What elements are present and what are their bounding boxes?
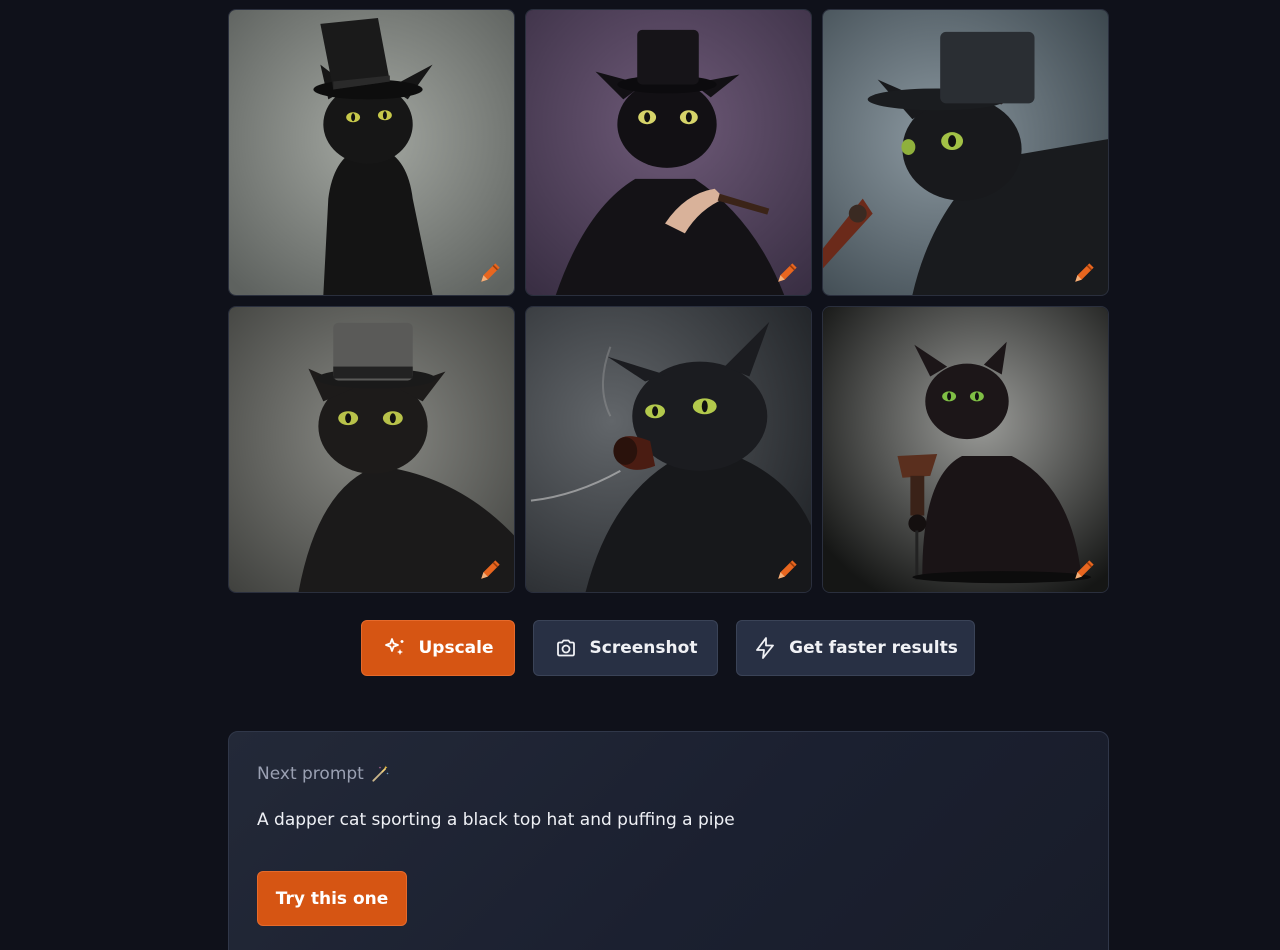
edit-image-button[interactable] (476, 257, 506, 287)
pencil-icon (481, 263, 500, 282)
cat-illustration (823, 10, 1108, 295)
get-faster-results-label: Get faster results (789, 638, 958, 658)
edit-image-button[interactable] (1070, 257, 1100, 287)
cat-image-1[interactable] (228, 9, 515, 296)
generator-results-page: Upscale Screenshot Get faster results Ne… (0, 0, 1280, 950)
cat-image-6[interactable] (822, 306, 1109, 593)
cat-illustration (823, 307, 1108, 592)
cat-image-4[interactable] (228, 306, 515, 593)
next-prompt-card: Next prompt A dapper cat sporting a blac… (228, 731, 1109, 950)
pencil-icon (778, 560, 797, 579)
next-prompt-label: Next prompt (257, 764, 364, 784)
pencil-icon (1075, 560, 1094, 579)
magic-wand-icon (372, 765, 389, 782)
cat-illustration (229, 307, 514, 592)
edit-image-button[interactable] (773, 554, 803, 584)
image-grid (228, 9, 1109, 593)
upscale-button[interactable]: Upscale (361, 620, 515, 676)
screenshot-button[interactable]: Screenshot (533, 620, 718, 676)
sparkles-icon (384, 638, 403, 655)
cat-illustration (526, 307, 811, 592)
get-faster-results-button[interactable]: Get faster results (736, 620, 975, 676)
next-prompt-heading: Next prompt (257, 764, 390, 784)
cat-illustration (229, 10, 514, 295)
edit-image-button[interactable] (1070, 554, 1100, 584)
lightning-icon (756, 637, 775, 659)
pencil-icon (1075, 263, 1094, 282)
cat-image-5[interactable] (525, 306, 812, 593)
pencil-icon (778, 263, 797, 282)
cat-image-3[interactable] (822, 9, 1109, 296)
try-this-one-button[interactable]: Try this one (257, 871, 407, 926)
cat-illustration (526, 10, 811, 295)
edit-image-button[interactable] (773, 257, 803, 287)
screenshot-label: Screenshot (589, 638, 698, 658)
edit-image-button[interactable] (476, 554, 506, 584)
next-prompt-text: A dapper cat sporting a black top hat an… (257, 810, 735, 830)
upscale-label: Upscale (418, 638, 494, 658)
result-actions: Upscale Screenshot Get faster results (0, 620, 1280, 676)
pencil-icon (481, 560, 500, 579)
camera-icon (556, 639, 575, 657)
cat-image-2[interactable] (525, 9, 812, 296)
